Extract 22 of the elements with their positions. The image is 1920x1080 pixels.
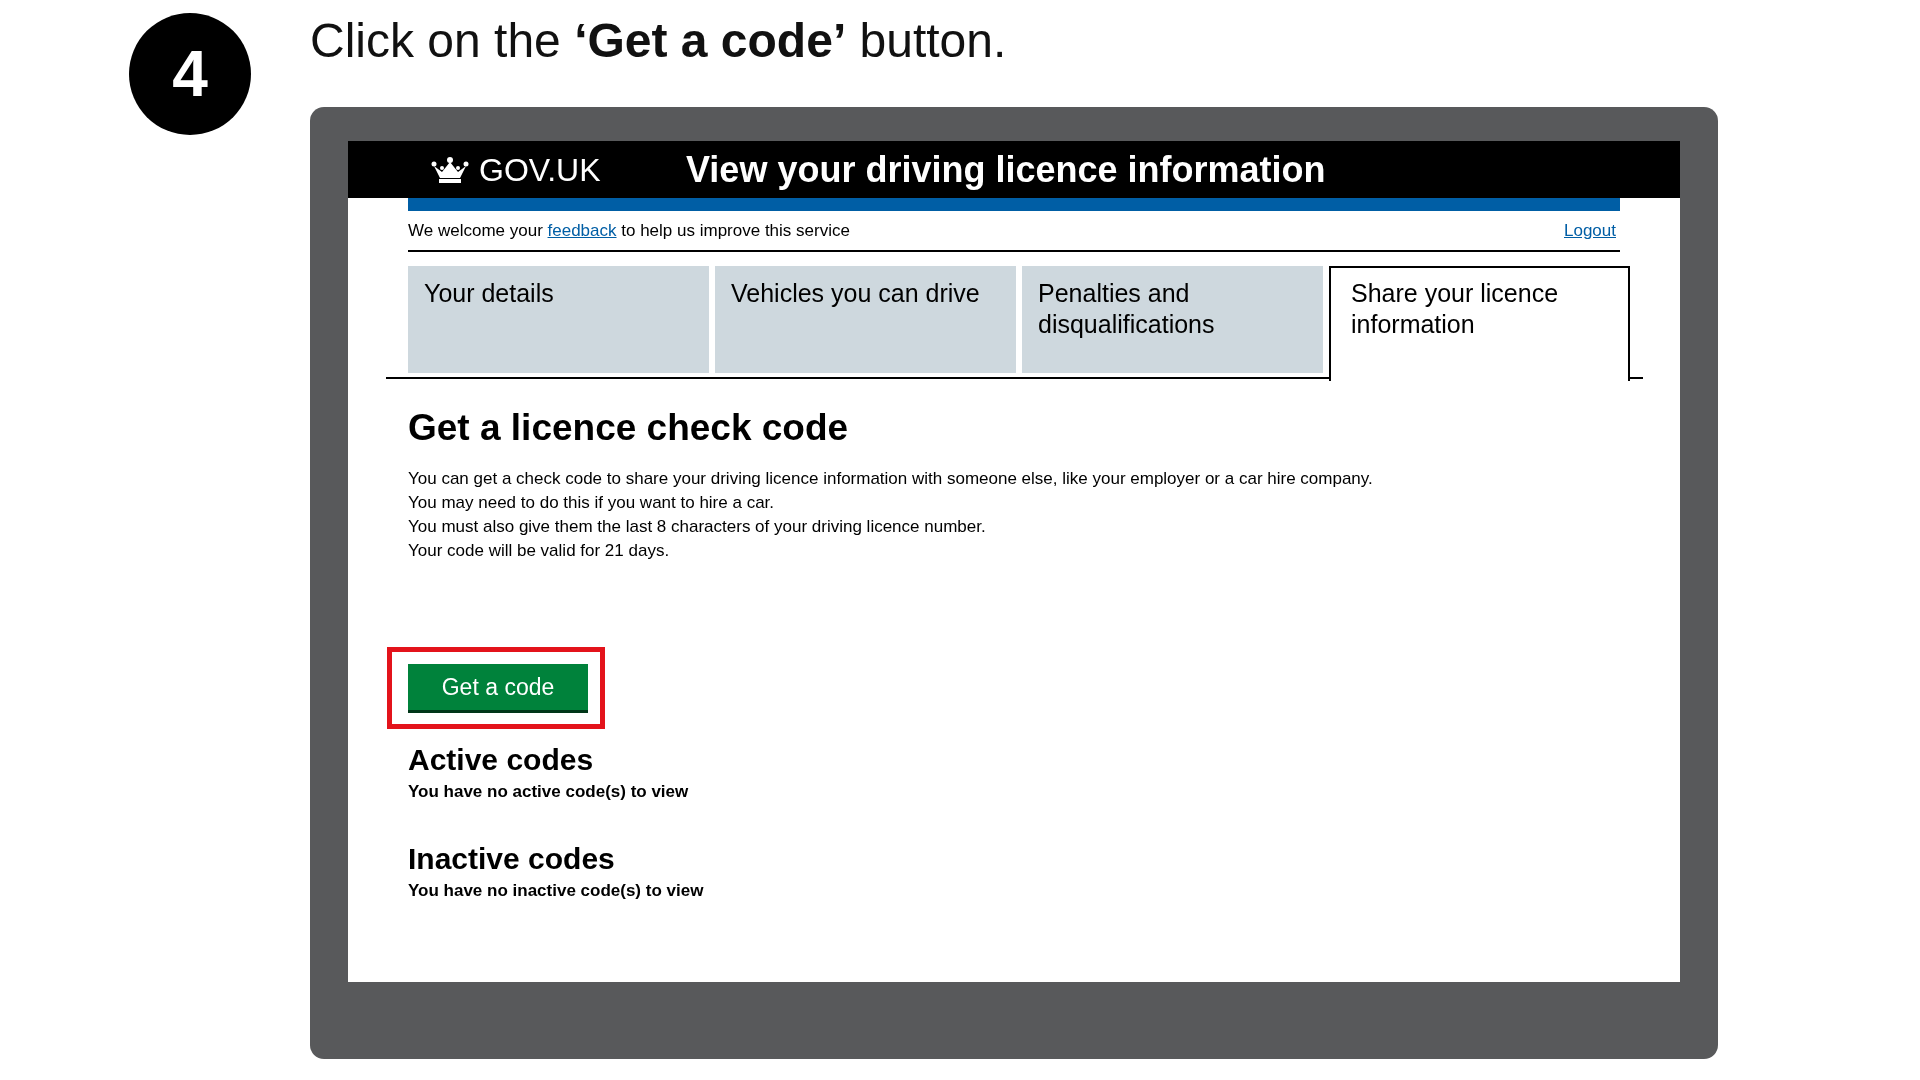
section-heading: Inactive codes <box>408 841 616 878</box>
feedback-message: We welcome your feedback to help us improve this service <box>408 219 850 242</box>
crown-icon <box>431 155 469 184</box>
tab[interactable]: Your details <box>408 266 709 373</box>
govuk-logo-text: GOV.UK <box>479 150 601 190</box>
tab[interactable]: Share your licence information <box>1329 266 1630 381</box>
page-heading: Get a licence check code <box>408 406 850 450</box>
body-text: You can get a check code to share your driving licence information with someone else, like your employer or a car hire company. <box>408 469 1374 490</box>
get-code-button[interactable]: Get a code <box>408 663 588 713</box>
body-text: You must also give them the last 8 characters of your driving licence number. <box>408 517 987 538</box>
body-text: Your code will be valid for 21 days. <box>408 541 671 562</box>
section-heading: Active codes <box>408 742 595 779</box>
section-text: You have no inactive code(s) to view <box>408 879 705 902</box>
section-text: You have no active code(s) to view <box>408 780 690 803</box>
tab[interactable]: Vehicles you can drive <box>715 266 1016 373</box>
feedback-link[interactable]: feedback <box>547 220 617 240</box>
step-number: 4 <box>129 13 251 135</box>
logout-link[interactable]: Logout <box>1564 217 1616 244</box>
body-text: You may need to do this if you want to hire a car. <box>408 493 776 514</box>
tab[interactable]: Penalties and disqualifications <box>1022 266 1323 373</box>
instruction-text: Click on the ‘Get a code’ button. <box>310 17 1007 65</box>
service-title: View your driving licence information <box>686 147 1326 192</box>
